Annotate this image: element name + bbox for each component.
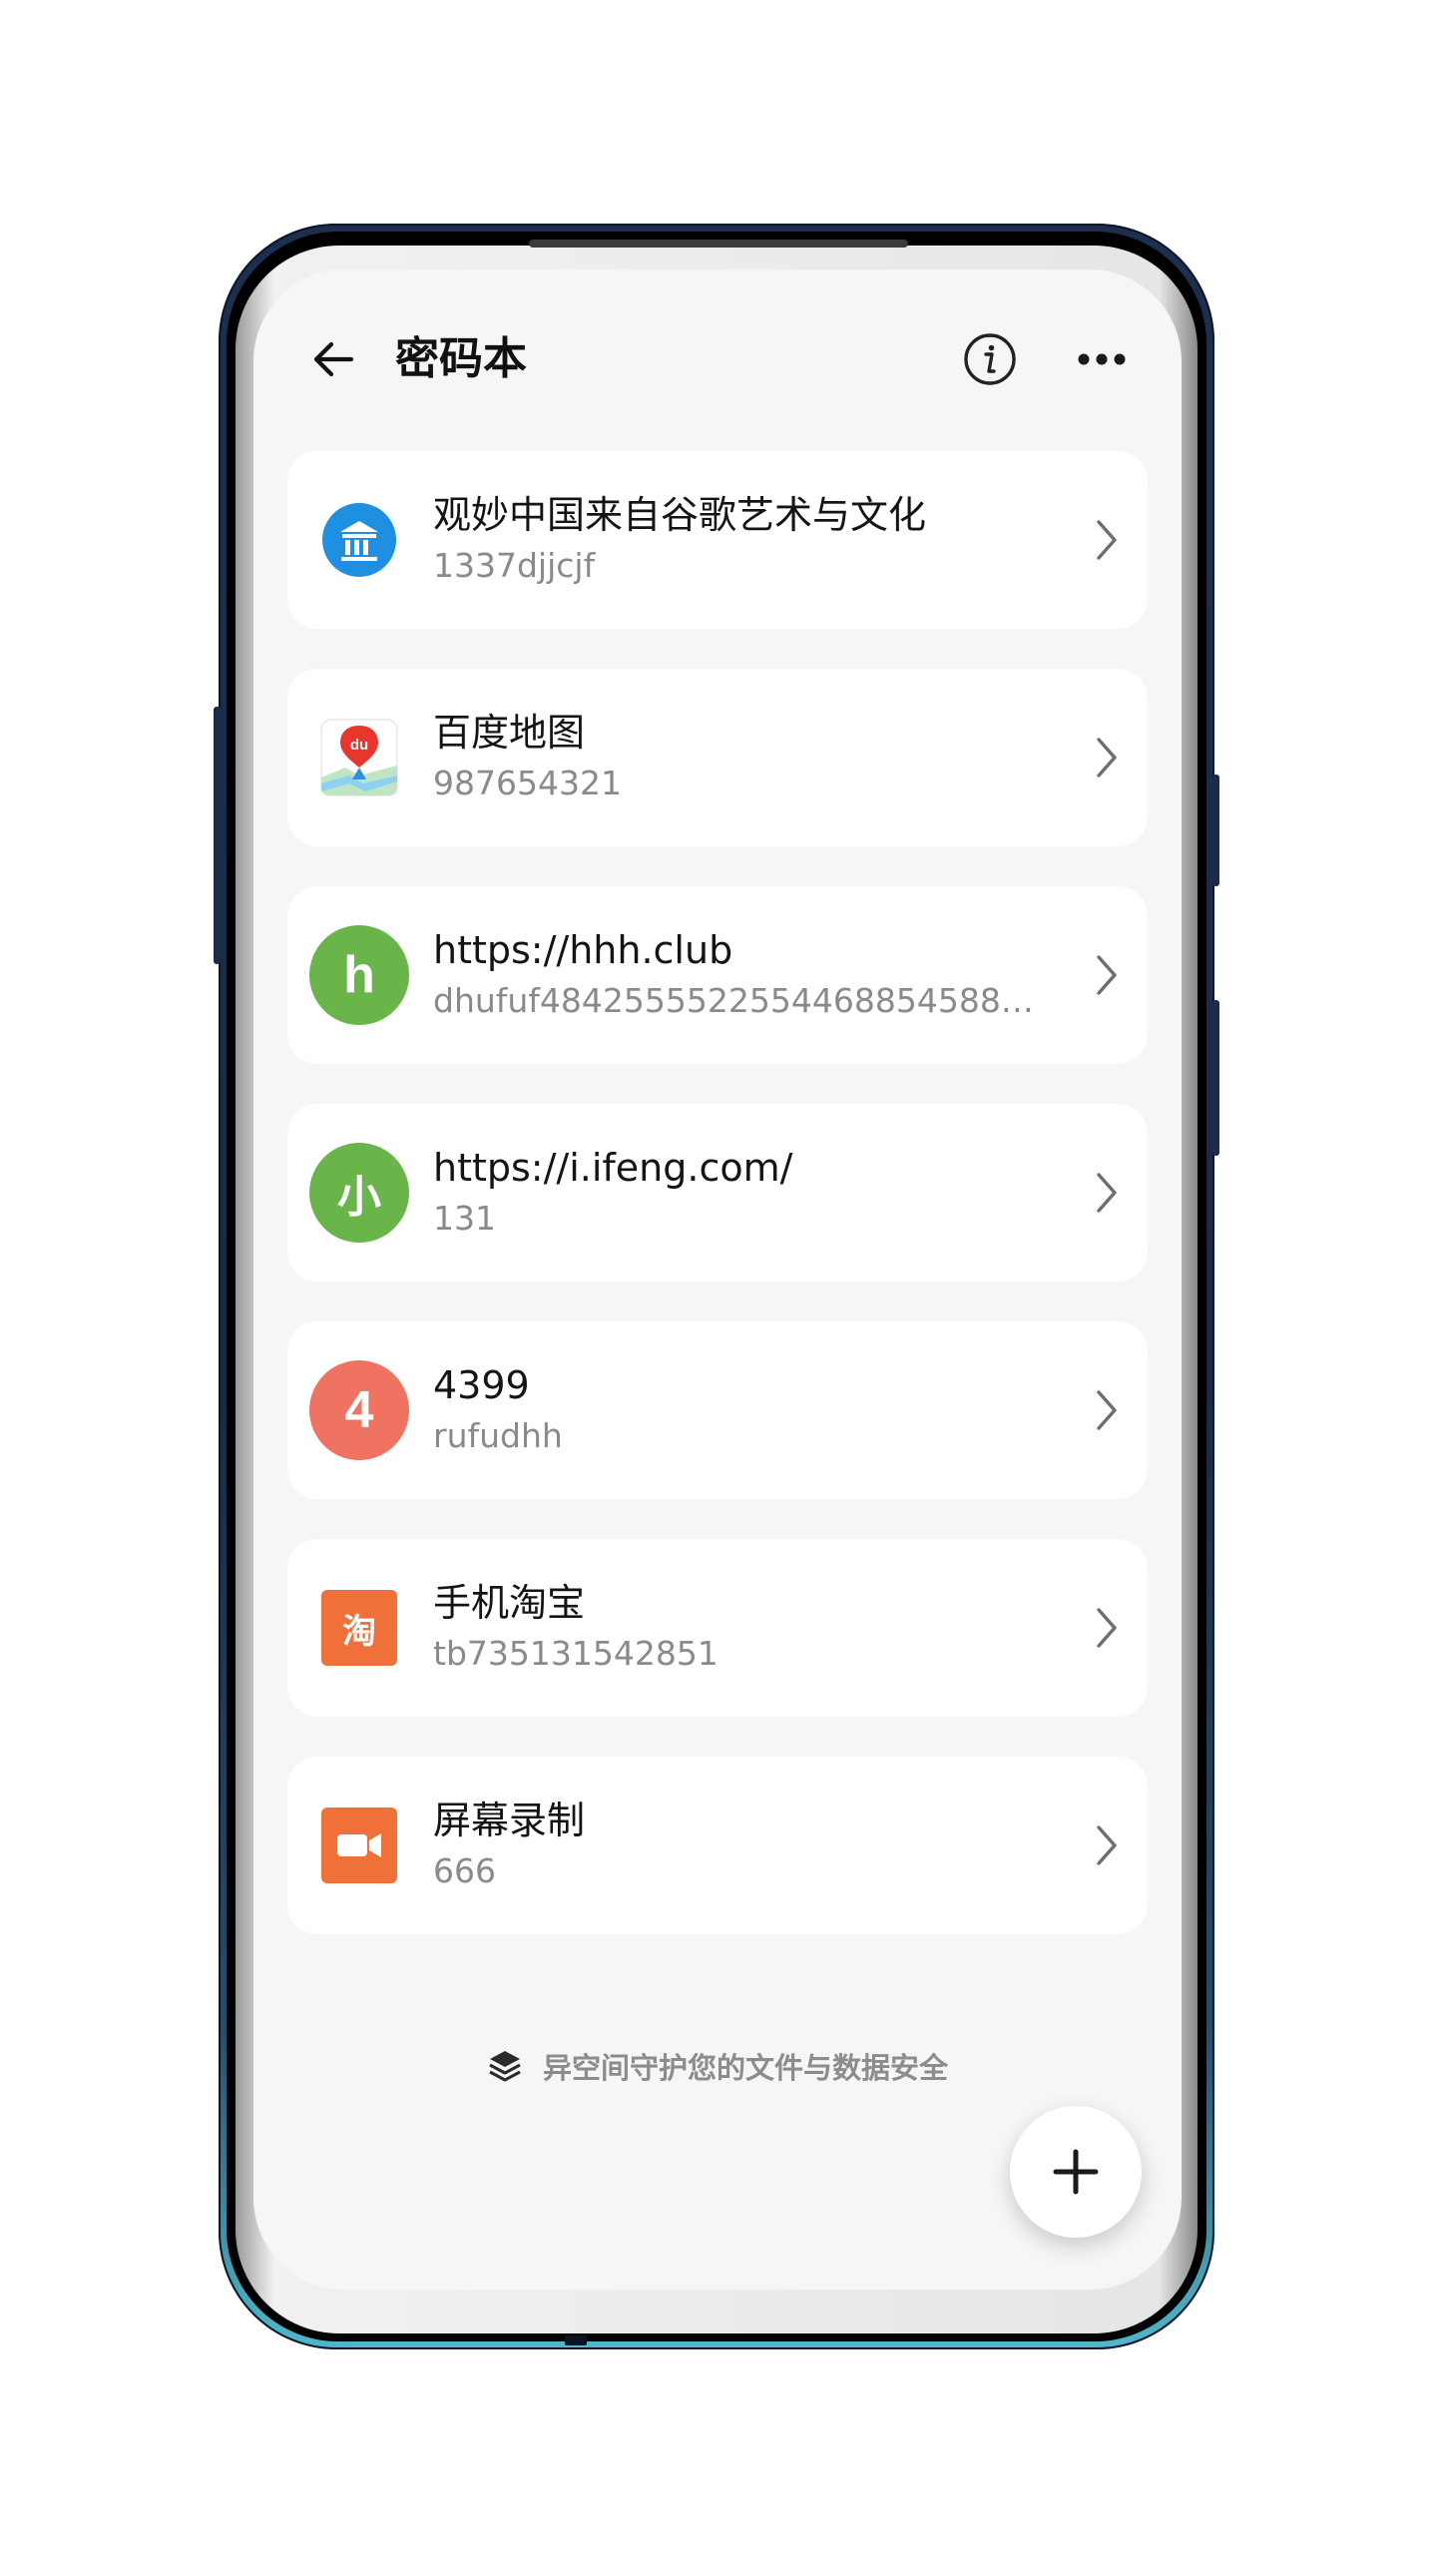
svg-text:du: du bbox=[350, 737, 368, 754]
add-entry-button[interactable] bbox=[1010, 2106, 1142, 2238]
page-title: 密码本 bbox=[395, 333, 527, 384]
password-list: 观妙中国来自谷歌艺术与文化 1337djjcjf du 百度地图 9876543… bbox=[287, 451, 1148, 1974]
letter-xiao-icon: 小 bbox=[309, 1143, 409, 1243]
chevron-right-icon bbox=[1092, 733, 1122, 782]
letter-4-icon: 4 bbox=[309, 1360, 409, 1460]
earpiece-speaker bbox=[529, 240, 908, 248]
entry-name: 手机淘宝 bbox=[433, 1581, 586, 1625]
chevron-right-icon bbox=[1092, 1603, 1122, 1653]
chevron-right-icon bbox=[1092, 950, 1122, 1000]
list-item[interactable]: 屏幕录制 666 bbox=[287, 1757, 1148, 1934]
app-screen: 密码本 观妙中国来自谷歌艺术与文化 1337djjcjf du 百度地图 987… bbox=[253, 269, 1182, 2290]
entry-username: tb735131542851 bbox=[433, 1634, 718, 1673]
top-app-bar: 密码本 bbox=[253, 269, 1182, 449]
entry-username: dhufuf4842555522554468854588454 bbox=[433, 981, 1042, 1020]
entry-name: 观妙中国来自谷歌艺术与文化 bbox=[433, 493, 927, 537]
info-icon bbox=[964, 333, 1016, 385]
app-icon-container: h bbox=[309, 925, 409, 1025]
entry-username: 131 bbox=[433, 1199, 496, 1238]
plus-icon bbox=[1053, 2149, 1099, 2195]
list-item[interactable]: 淘 手机淘宝 tb735131542851 bbox=[287, 1539, 1148, 1717]
list-item[interactable]: h https://hhh.club dhufuf484255552255446… bbox=[287, 886, 1148, 1064]
app-icon-container bbox=[309, 1796, 409, 1895]
device-frame: 密码本 观妙中国来自谷歌艺术与文化 1337djjcjf du 百度地图 987… bbox=[0, 0, 1437, 2576]
entry-username: 666 bbox=[433, 1851, 496, 1890]
power-key bbox=[1212, 774, 1219, 886]
list-item[interactable]: 4 4399 rufudhh bbox=[287, 1321, 1148, 1499]
chevron-right-icon bbox=[1092, 1820, 1122, 1870]
list-item[interactable]: du 百度地图 987654321 bbox=[287, 669, 1148, 846]
screen-recorder-icon bbox=[321, 1807, 397, 1883]
volume-key bbox=[214, 707, 221, 964]
layers-icon bbox=[489, 2051, 521, 2082]
entry-name: https://hhh.club bbox=[433, 928, 733, 972]
museum-icon bbox=[322, 503, 396, 577]
security-footer: 异空间守护您的文件与数据安全 bbox=[253, 2038, 1182, 2094]
entry-name: 4399 bbox=[433, 1363, 530, 1407]
footer-text: 异空间守护您的文件与数据安全 bbox=[542, 2051, 948, 2085]
info-button[interactable] bbox=[960, 329, 1020, 389]
back-arrow-icon bbox=[313, 341, 354, 377]
entry-username: 1337djjcjf bbox=[433, 546, 596, 585]
taobao-icon: 淘 bbox=[321, 1590, 397, 1666]
entry-name: 百度地图 bbox=[433, 711, 586, 755]
app-icon-container: 4 bbox=[309, 1360, 409, 1460]
app-icon-container: 小 bbox=[309, 1143, 409, 1243]
chevron-right-icon bbox=[1092, 1168, 1122, 1218]
more-options-button[interactable] bbox=[1072, 329, 1132, 389]
app-icon-container: 淘 bbox=[309, 1578, 409, 1678]
letter-h-icon: h bbox=[309, 925, 409, 1025]
chevron-right-icon bbox=[1092, 515, 1122, 565]
chevron-right-icon bbox=[1092, 1385, 1122, 1435]
app-icon-container: du bbox=[309, 708, 409, 807]
side-key-lower bbox=[1212, 1000, 1219, 1156]
more-dots-icon bbox=[1078, 353, 1126, 365]
list-item[interactable]: 观妙中国来自谷歌艺术与文化 1337djjcjf bbox=[287, 451, 1148, 629]
entry-name: https://i.ifeng.com/ bbox=[433, 1146, 793, 1190]
entry-name: 屏幕录制 bbox=[433, 1799, 586, 1842]
app-icon-container bbox=[309, 490, 409, 590]
baidu-map-icon: du bbox=[320, 719, 398, 796]
list-item[interactable]: 小 https://i.ifeng.com/ 131 bbox=[287, 1104, 1148, 1282]
entry-username: 987654321 bbox=[433, 764, 622, 802]
entry-username: rufudhh bbox=[433, 1416, 563, 1455]
back-button[interactable] bbox=[303, 329, 363, 389]
bottom-port bbox=[565, 2335, 587, 2345]
